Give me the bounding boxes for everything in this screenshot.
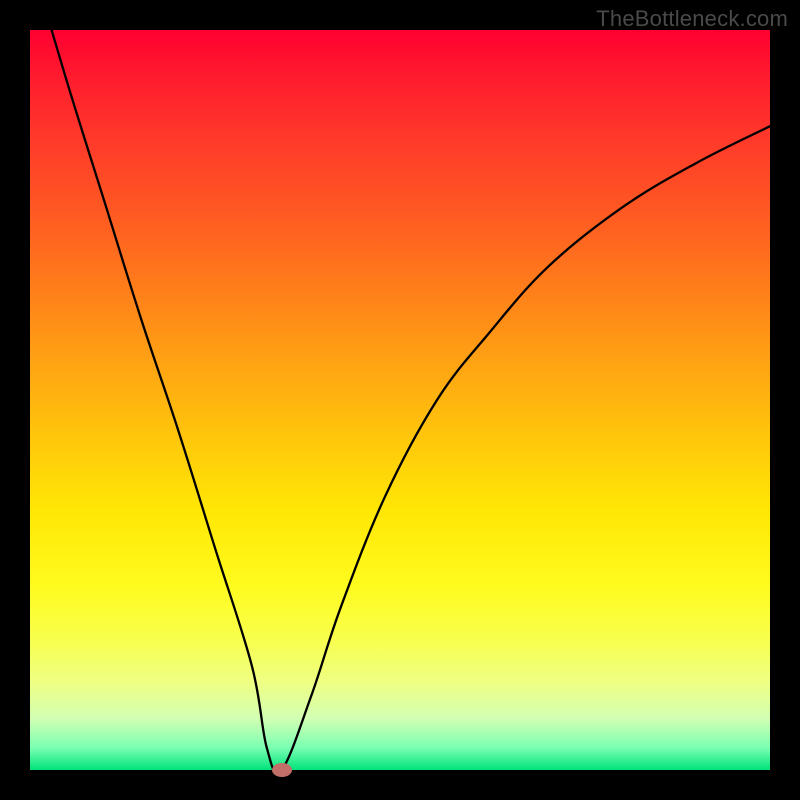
bottleneck-curve (30, 0, 770, 773)
curve-svg (30, 30, 770, 770)
minimum-marker (272, 763, 292, 777)
watermark-label: TheBottleneck.com (596, 6, 788, 32)
chart-frame: TheBottleneck.com (0, 0, 800, 800)
plot-area (30, 30, 770, 770)
